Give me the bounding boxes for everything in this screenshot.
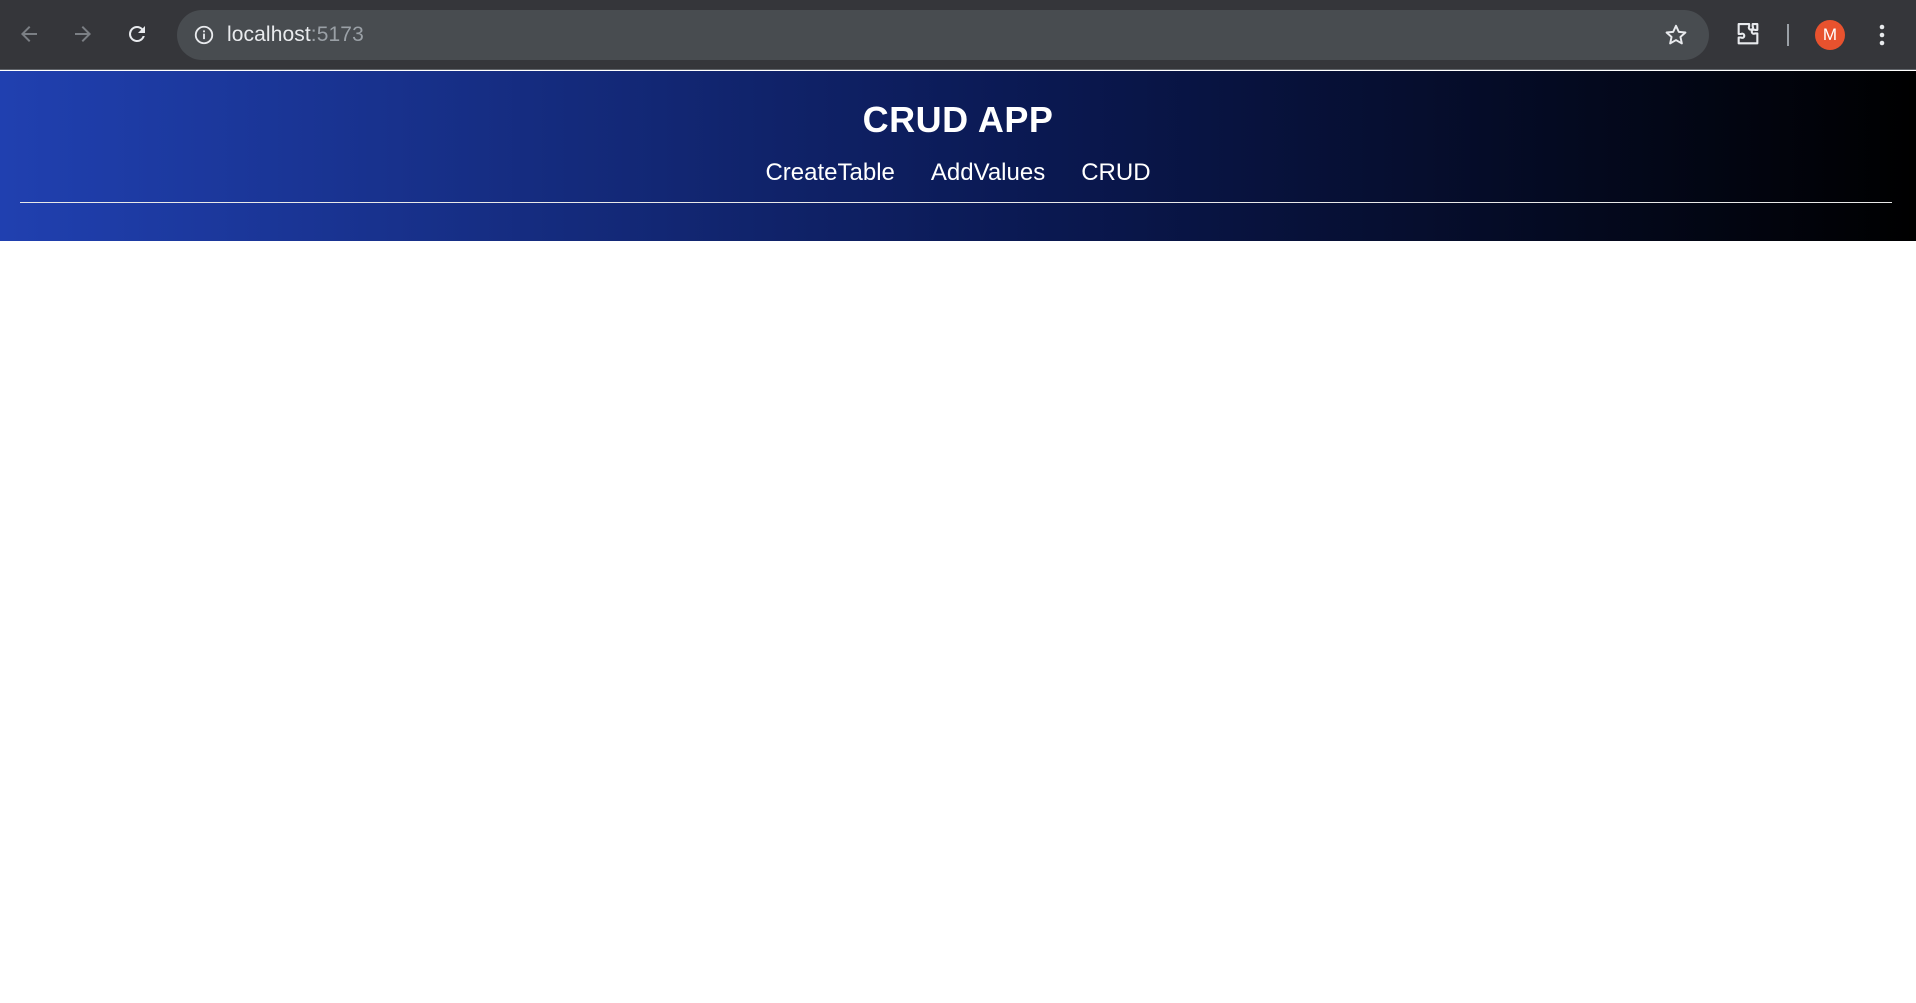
- header-divider: [20, 202, 1892, 203]
- info-icon[interactable]: [189, 20, 219, 50]
- browser-toolbar: localhost:5173 M: [0, 0, 1916, 70]
- back-button[interactable]: [9, 14, 49, 54]
- nav-link-addvalues[interactable]: AddValues: [931, 159, 1045, 187]
- url-text[interactable]: localhost:5173: [227, 23, 364, 47]
- nav-link-crud[interactable]: CRUD: [1081, 159, 1150, 187]
- app-title: CRUD APP: [862, 99, 1054, 140]
- star-icon[interactable]: [1663, 22, 1689, 48]
- profile-avatar[interactable]: M: [1815, 20, 1845, 50]
- puzzle-icon[interactable]: [1734, 20, 1762, 48]
- url-host: localhost: [227, 23, 311, 46]
- nav-link-createtable[interactable]: CreateTable: [765, 159, 894, 187]
- reload-icon: [129, 25, 145, 42]
- app-header: CRUD APP CreateTable AddValues CRUD: [0, 71, 1916, 241]
- toolbar-divider: [1787, 24, 1789, 46]
- main-content: [0, 241, 1916, 1003]
- kebab-menu-icon[interactable]: [1870, 20, 1894, 50]
- app-nav: CreateTable AddValues CRUD: [0, 159, 1916, 187]
- arrow-left-icon: [21, 26, 37, 42]
- forward-button[interactable]: [63, 14, 103, 54]
- url-port: :5173: [310, 23, 364, 46]
- reload-button[interactable]: [117, 14, 157, 54]
- arrow-right-icon: [75, 26, 91, 42]
- address-bar[interactable]: localhost:5173: [177, 10, 1709, 60]
